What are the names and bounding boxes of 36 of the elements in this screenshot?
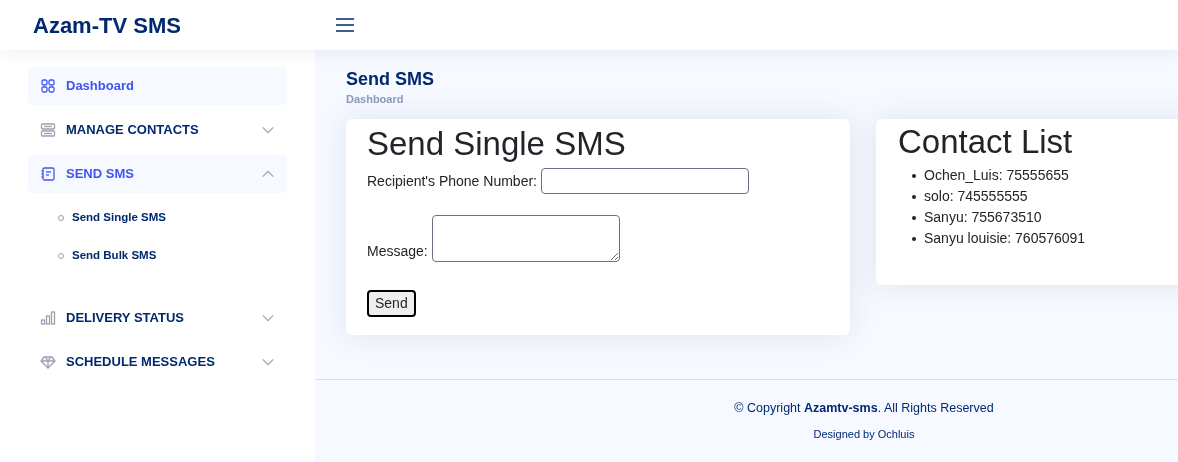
sidebar-item[interactable]: DELIVERY STATUS — [28, 299, 287, 337]
submenu-item[interactable]: Send Bulk SMS — [28, 237, 287, 275]
submenu-item[interactable]: Send Single SMS — [28, 199, 287, 237]
contact-list-title: Contact List — [898, 122, 1074, 162]
contact-entry: Sanyu louisie: 760576091 — [924, 229, 1086, 249]
bullet-icon — [912, 236, 916, 241]
contact-entry: solo: 745555555 — [924, 187, 1028, 207]
sidebar-item[interactable]: SCHEDULE MESSAGES — [28, 343, 287, 381]
bullet-icon — [912, 194, 916, 199]
sidebar-label: MANAGE CONTACTS — [66, 121, 199, 140]
bar-chart-icon — [40, 310, 56, 326]
credit-text: Designed by Ochluis — [813, 426, 915, 442]
gem-icon — [40, 354, 56, 370]
page-title: Send SMS — [346, 68, 435, 91]
sidebar-label: DELIVERY STATUS — [66, 309, 184, 328]
send-button[interactable]: Send — [367, 290, 416, 318]
sidebar-label: Dashboard — [66, 77, 134, 96]
phone-label: Recipient's Phone Number: — [367, 171, 537, 191]
contact-entry: Sanyu: 755673510 — [924, 208, 1042, 228]
list-icon — [40, 122, 56, 138]
contact-entry: Ochen_Luis: 75555655 — [924, 166, 1069, 186]
copyright-text: © Copyright Azamtv-sms. All Rights Reserved — [734, 400, 994, 417]
message-input-field[interactable] — [431, 215, 620, 263]
sidebar-label: SCHEDULE MESSAGES — [66, 353, 215, 372]
form-title: Send Single SMS — [367, 124, 627, 164]
grid-icon — [40, 78, 56, 94]
logo[interactable]: Azam-TV SMS — [33, 8, 333, 42]
bullet-icon — [912, 215, 916, 220]
message-label: Message: — [367, 242, 428, 262]
sidebar-item[interactable]: MANAGE CONTACTS — [28, 111, 287, 149]
bullet-icon — [912, 173, 916, 178]
document-icon — [40, 166, 56, 182]
sidebar-item[interactable]: SEND SMS — [28, 155, 287, 193]
sidebar-item[interactable]: Dashboard — [28, 67, 287, 105]
sidebar-label: SEND SMS — [66, 165, 134, 184]
phone-input-field[interactable] — [541, 168, 749, 195]
